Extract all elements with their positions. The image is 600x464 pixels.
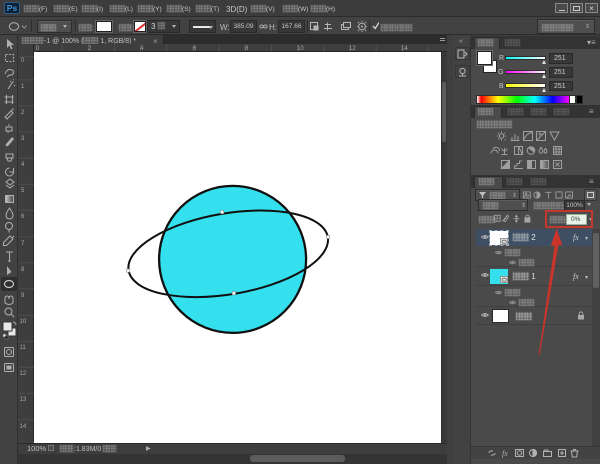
svg-text:fx: fx — [502, 449, 508, 458]
